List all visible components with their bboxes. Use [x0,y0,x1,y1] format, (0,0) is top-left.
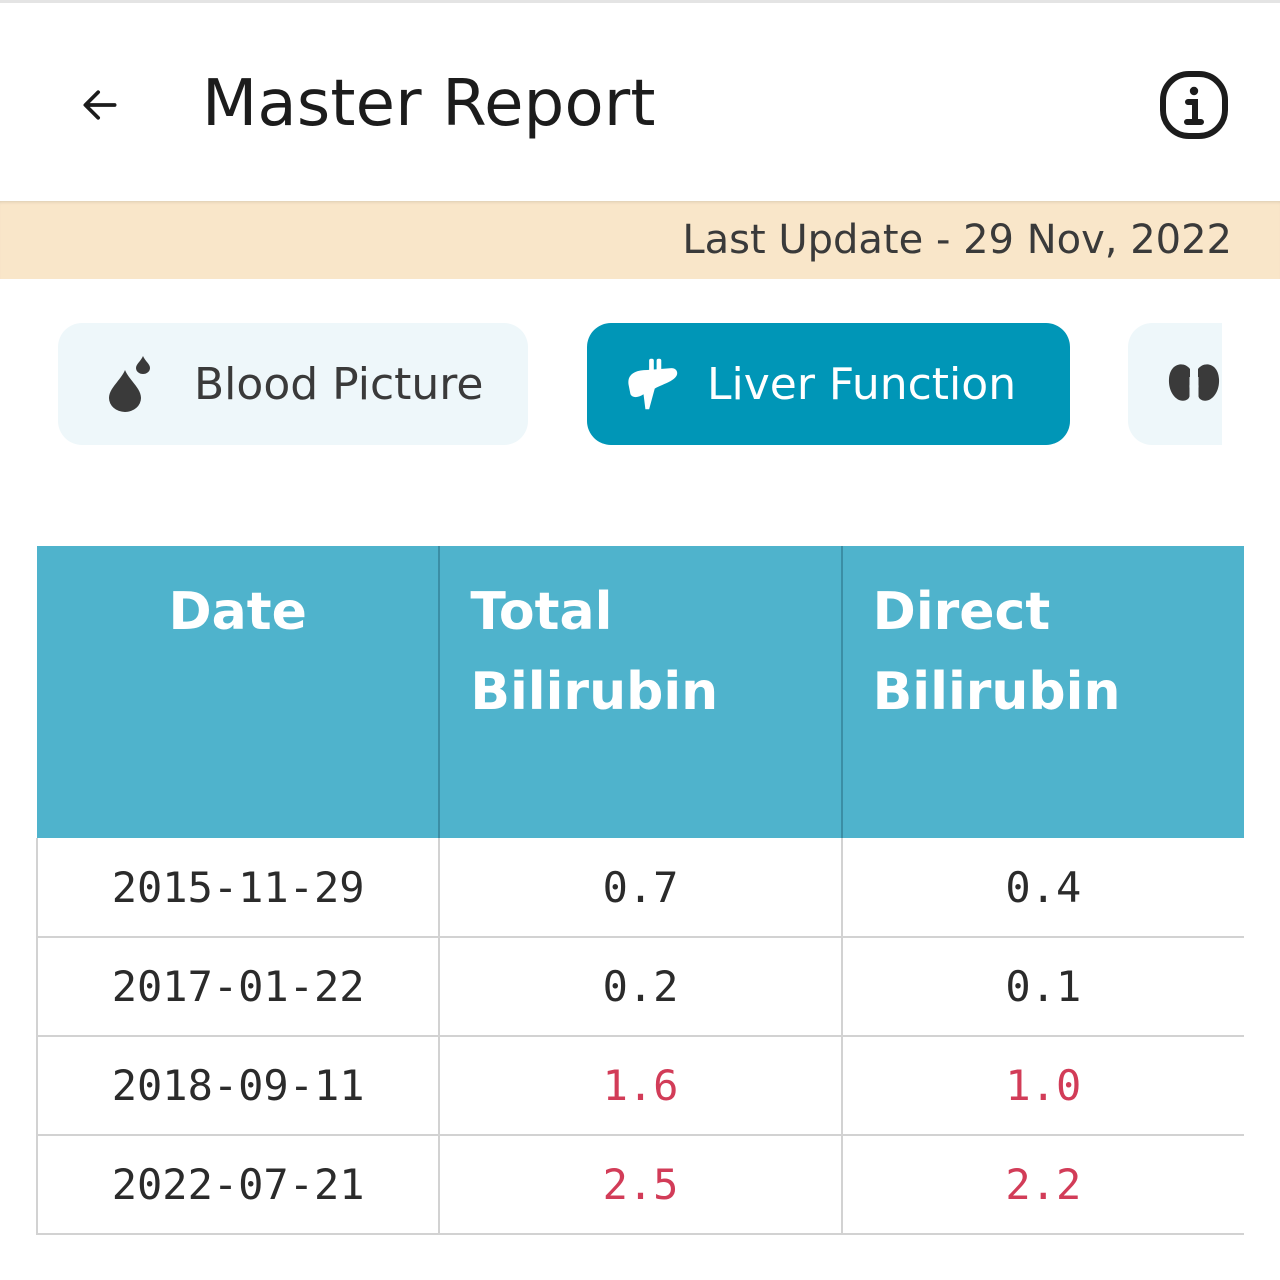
arrow-left-icon [83,90,117,120]
last-update-banner: Last Update - 29 Nov, 2022 [0,201,1280,279]
table-row: 2022-07-21 2.5 2.2 [35,1135,1244,1235]
liver-function-table: Date Total Bilirubin Direct Bilirubin 20… [35,546,1244,1235]
kidney-icon [1166,356,1222,412]
liver-icon [623,356,679,412]
info-icon [1160,71,1228,139]
info-button[interactable] [1156,69,1232,141]
table-row: 2017-01-22 0.2 0.1 [35,937,1244,1037]
cell-direct-bilirubin: 2.2 [841,1135,1244,1235]
cell-total-bilirubin: 0.7 [439,838,843,938]
back-button[interactable] [70,75,130,135]
column-header-date: Date [37,546,441,838]
table-header-row: Date Total Bilirubin Direct Bilirubin [37,546,1244,838]
tab-label: Blood Picture [194,358,484,410]
cell-date: 2022-07-21 [35,1135,441,1235]
cell-direct-bilirubin: 1.0 [841,1036,1244,1136]
cell-total-bilirubin: 1.6 [439,1036,843,1136]
cell-date: 2015-11-29 [35,838,441,938]
cell-total-bilirubin: 0.2 [439,937,843,1037]
column-header-total-bilirubin: Total Bilirubin [439,546,843,838]
app-bar: Master Report [0,3,1280,201]
last-update-text: Last Update - 29 Nov, 2022 [682,217,1232,263]
cell-date: 2018-09-11 [35,1036,441,1136]
category-tabs: Blood Picture Liver Function [0,320,1222,450]
table-row: 2015-11-29 0.7 0.4 [35,838,1244,938]
column-header-direct-bilirubin: Direct Bilirubin [841,546,1244,838]
blood-drop-icon [102,356,158,412]
table-row: 2018-09-11 1.6 1.0 [35,1036,1244,1136]
tab-label: Liver Function [707,358,1017,410]
tab-blood-picture[interactable]: Blood Picture [58,323,528,445]
page-title: Master Report [202,67,656,141]
cell-direct-bilirubin: 0.4 [841,838,1244,938]
cell-total-bilirubin: 2.5 [439,1135,843,1235]
cell-direct-bilirubin: 0.1 [841,937,1244,1037]
cell-date: 2017-01-22 [35,937,441,1037]
tab-liver-function[interactable]: Liver Function [587,323,1070,445]
tab-kidney-function[interactable] [1128,323,1222,445]
